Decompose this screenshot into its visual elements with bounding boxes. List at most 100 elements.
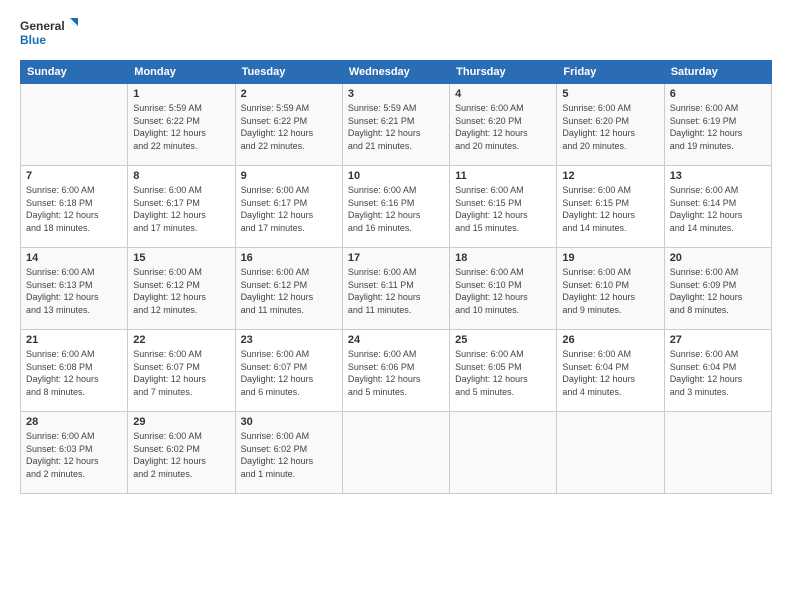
day-info: Sunrise: 6:00 AM Sunset: 6:02 PM Dayligh… bbox=[133, 430, 229, 480]
day-number: 13 bbox=[670, 170, 766, 182]
col-header-tuesday: Tuesday bbox=[235, 61, 342, 84]
day-cell: 12 Sunrise: 6:00 AM Sunset: 6:15 PM Dayli… bbox=[557, 166, 664, 248]
col-header-friday: Friday bbox=[557, 61, 664, 84]
day-number: 8 bbox=[133, 170, 229, 182]
col-header-sunday: Sunday bbox=[21, 61, 128, 84]
day-number: 18 bbox=[455, 252, 551, 264]
day-cell: 19 Sunrise: 6:00 AM Sunset: 6:10 PM Dayli… bbox=[557, 248, 664, 330]
day-info: Sunrise: 6:00 AM Sunset: 6:15 PM Dayligh… bbox=[562, 184, 658, 234]
day-cell: 11 Sunrise: 6:00 AM Sunset: 6:15 PM Dayli… bbox=[450, 166, 557, 248]
day-cell: 16Sunrise: 6:00 AM Sunset: 6:12 PM Dayli… bbox=[235, 248, 342, 330]
day-cell: 20 Sunrise: 6:00 AM Sunset: 6:09 PM Dayli… bbox=[664, 248, 771, 330]
col-header-thursday: Thursday bbox=[450, 61, 557, 84]
day-cell bbox=[21, 84, 128, 166]
day-cell: 6Sunrise: 6:00 AM Sunset: 6:19 PM Daylig… bbox=[664, 84, 771, 166]
day-number: 20 bbox=[670, 252, 766, 264]
day-number: 14 bbox=[26, 252, 122, 264]
week-row-5: 28 Sunrise: 6:00 AM Sunset: 6:03 PM Dayli… bbox=[21, 412, 772, 494]
day-info: Sunrise: 6:00 AM Sunset: 6:03 PM Dayligh… bbox=[26, 430, 122, 480]
day-info: Sunrise: 6:00 AM Sunset: 6:10 PM Dayligh… bbox=[562, 266, 658, 316]
day-info: Sunrise: 6:00 AM Sunset: 6:08 PM Dayligh… bbox=[26, 348, 122, 398]
day-number: 11 bbox=[455, 170, 551, 182]
day-info: Sunrise: 6:00 AM Sunset: 6:06 PM Dayligh… bbox=[348, 348, 444, 398]
week-row-1: 1Sunrise: 5:59 AM Sunset: 6:22 PM Daylig… bbox=[21, 84, 772, 166]
day-number: 22 bbox=[133, 334, 229, 346]
day-cell: 28 Sunrise: 6:00 AM Sunset: 6:03 PM Dayli… bbox=[21, 412, 128, 494]
logo-svg: General Blue bbox=[20, 16, 80, 52]
day-number: 28 bbox=[26, 416, 122, 428]
day-info: Sunrise: 6:00 AM Sunset: 6:16 PM Dayligh… bbox=[348, 184, 444, 234]
day-cell: 7 Sunrise: 6:00 AM Sunset: 6:18 PM Daylig… bbox=[21, 166, 128, 248]
week-row-3: 14 Sunrise: 6:00 AM Sunset: 6:13 PM Dayli… bbox=[21, 248, 772, 330]
day-info: Sunrise: 6:00 AM Sunset: 6:19 PM Dayligh… bbox=[670, 102, 766, 152]
svg-text:Blue: Blue bbox=[20, 33, 46, 47]
calendar-header-row: SundayMondayTuesdayWednesdayThursdayFrid… bbox=[21, 61, 772, 84]
day-cell: 5 Sunrise: 6:00 AM Sunset: 6:20 PM Daylig… bbox=[557, 84, 664, 166]
day-number: 23 bbox=[241, 334, 337, 346]
day-number: 19 bbox=[562, 252, 658, 264]
day-cell: 4 Sunrise: 6:00 AM Sunset: 6:20 PM Daylig… bbox=[450, 84, 557, 166]
day-cell: 29 Sunrise: 6:00 AM Sunset: 6:02 PM Dayli… bbox=[128, 412, 235, 494]
day-number: 5 bbox=[562, 88, 658, 100]
day-number: 9 bbox=[241, 170, 337, 182]
day-cell: 9Sunrise: 6:00 AM Sunset: 6:17 PM Daylig… bbox=[235, 166, 342, 248]
col-header-wednesday: Wednesday bbox=[342, 61, 449, 84]
day-number: 4 bbox=[455, 88, 551, 100]
day-info: Sunrise: 6:00 AM Sunset: 6:07 PM Dayligh… bbox=[241, 348, 337, 398]
day-number: 26 bbox=[562, 334, 658, 346]
day-info: Sunrise: 6:00 AM Sunset: 6:20 PM Dayligh… bbox=[562, 102, 658, 152]
day-number: 12 bbox=[562, 170, 658, 182]
week-row-4: 21 Sunrise: 6:00 AM Sunset: 6:08 PM Dayli… bbox=[21, 330, 772, 412]
header: General Blue bbox=[20, 16, 772, 52]
day-cell: 14 Sunrise: 6:00 AM Sunset: 6:13 PM Dayli… bbox=[21, 248, 128, 330]
calendar-table: SundayMondayTuesdayWednesdayThursdayFrid… bbox=[20, 60, 772, 494]
day-cell: 22 Sunrise: 6:00 AM Sunset: 6:07 PM Dayli… bbox=[128, 330, 235, 412]
week-row-2: 7 Sunrise: 6:00 AM Sunset: 6:18 PM Daylig… bbox=[21, 166, 772, 248]
day-number: 25 bbox=[455, 334, 551, 346]
day-number: 3 bbox=[348, 88, 444, 100]
day-number: 10 bbox=[348, 170, 444, 182]
day-number: 2 bbox=[241, 88, 337, 100]
day-cell: 24Sunrise: 6:00 AM Sunset: 6:06 PM Dayli… bbox=[342, 330, 449, 412]
day-number: 7 bbox=[26, 170, 122, 182]
day-number: 16 bbox=[241, 252, 337, 264]
day-cell: 18 Sunrise: 6:00 AM Sunset: 6:10 PM Dayli… bbox=[450, 248, 557, 330]
page: General Blue SundayMondayTuesdayWednesda… bbox=[0, 0, 792, 612]
day-cell bbox=[450, 412, 557, 494]
day-cell: 25 Sunrise: 6:00 AM Sunset: 6:05 PM Dayli… bbox=[450, 330, 557, 412]
col-header-saturday: Saturday bbox=[664, 61, 771, 84]
day-info: Sunrise: 6:00 AM Sunset: 6:17 PM Dayligh… bbox=[133, 184, 229, 234]
logo: General Blue bbox=[20, 16, 80, 52]
day-info: Sunrise: 6:00 AM Sunset: 6:14 PM Dayligh… bbox=[670, 184, 766, 234]
day-cell: 17Sunrise: 6:00 AM Sunset: 6:11 PM Dayli… bbox=[342, 248, 449, 330]
day-info: Sunrise: 6:00 AM Sunset: 6:13 PM Dayligh… bbox=[26, 266, 122, 316]
day-cell: 23 Sunrise: 6:00 AM Sunset: 6:07 PM Dayli… bbox=[235, 330, 342, 412]
day-cell: 30 Sunrise: 6:00 AM Sunset: 6:02 PM Dayli… bbox=[235, 412, 342, 494]
svg-text:General: General bbox=[20, 19, 65, 33]
day-info: Sunrise: 6:00 AM Sunset: 6:10 PM Dayligh… bbox=[455, 266, 551, 316]
day-info: Sunrise: 6:00 AM Sunset: 6:20 PM Dayligh… bbox=[455, 102, 551, 152]
day-cell: 13 Sunrise: 6:00 AM Sunset: 6:14 PM Dayli… bbox=[664, 166, 771, 248]
day-cell: 21 Sunrise: 6:00 AM Sunset: 6:08 PM Dayli… bbox=[21, 330, 128, 412]
day-info: Sunrise: 6:00 AM Sunset: 6:07 PM Dayligh… bbox=[133, 348, 229, 398]
day-cell: 8 Sunrise: 6:00 AM Sunset: 6:17 PM Daylig… bbox=[128, 166, 235, 248]
day-cell bbox=[342, 412, 449, 494]
day-number: 27 bbox=[670, 334, 766, 346]
day-number: 17 bbox=[348, 252, 444, 264]
day-cell: 10 Sunrise: 6:00 AM Sunset: 6:16 PM Dayli… bbox=[342, 166, 449, 248]
day-number: 21 bbox=[26, 334, 122, 346]
day-info: Sunrise: 6:00 AM Sunset: 6:15 PM Dayligh… bbox=[455, 184, 551, 234]
day-info: Sunrise: 6:00 AM Sunset: 6:02 PM Dayligh… bbox=[241, 430, 337, 480]
col-header-monday: Monday bbox=[128, 61, 235, 84]
day-number: 15 bbox=[133, 252, 229, 264]
day-info: Sunrise: 6:00 AM Sunset: 6:18 PM Dayligh… bbox=[26, 184, 122, 234]
calendar-body: 1Sunrise: 5:59 AM Sunset: 6:22 PM Daylig… bbox=[21, 84, 772, 494]
day-cell: 3 Sunrise: 5:59 AM Sunset: 6:21 PM Daylig… bbox=[342, 84, 449, 166]
day-cell: 2Sunrise: 5:59 AM Sunset: 6:22 PM Daylig… bbox=[235, 84, 342, 166]
day-info: Sunrise: 6:00 AM Sunset: 6:09 PM Dayligh… bbox=[670, 266, 766, 316]
day-number: 29 bbox=[133, 416, 229, 428]
day-info: Sunrise: 6:00 AM Sunset: 6:12 PM Dayligh… bbox=[133, 266, 229, 316]
day-info: Sunrise: 6:00 AM Sunset: 6:05 PM Dayligh… bbox=[455, 348, 551, 398]
day-number: 30 bbox=[241, 416, 337, 428]
day-info: Sunrise: 5:59 AM Sunset: 6:21 PM Dayligh… bbox=[348, 102, 444, 152]
